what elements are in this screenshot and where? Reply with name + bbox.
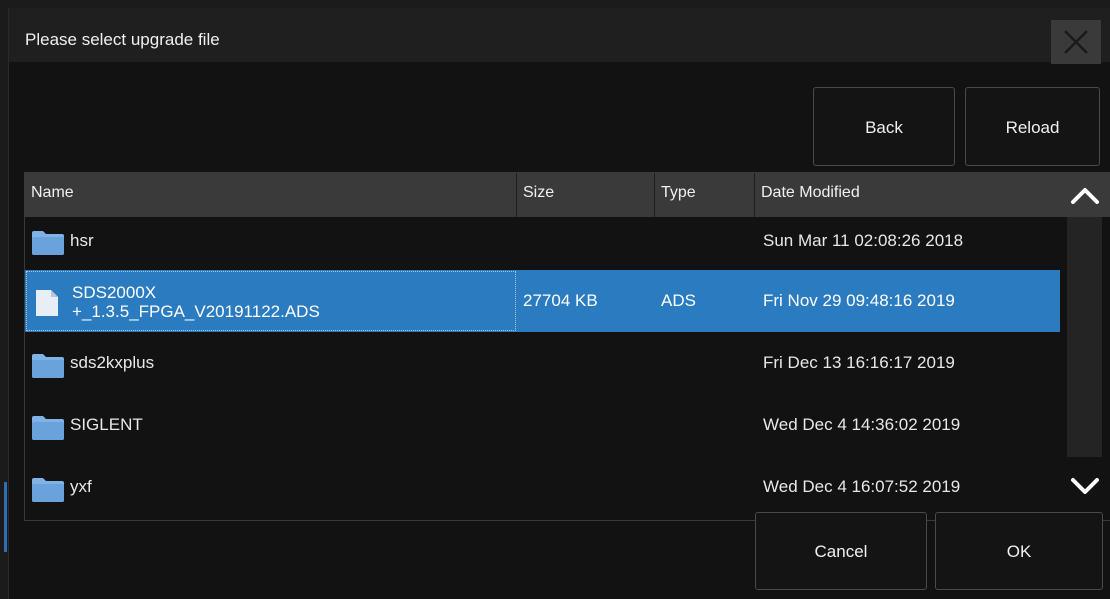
scroll-up-button[interactable] [1060, 173, 1110, 217]
table-row[interactable]: SIGLENT Wed Dec 4 14:36:02 2019 [25, 394, 1060, 456]
file-name-line2: +_1.3.5_FPGA_V20191122.ADS [72, 302, 320, 321]
close-button[interactable] [1051, 20, 1101, 64]
column-header-type[interactable]: Type [655, 173, 755, 217]
file-name: hsr [70, 231, 94, 250]
size-cell: 27704 KB [523, 291, 598, 310]
folder-icon [32, 416, 64, 440]
scrollbar-thumb[interactable] [1067, 217, 1102, 457]
name-cell: yxf [25, 456, 517, 518]
size-cell [523, 332, 649, 394]
column-header-size[interactable]: Size [517, 173, 655, 217]
size-cell [523, 394, 649, 456]
size-cell [523, 456, 649, 518]
table-row-selected[interactable]: SDS2000X +_1.3.5_FPGA_V20191122.ADS 27704… [25, 270, 1060, 332]
date-cell: Sun Mar 11 02:08:26 2018 [763, 231, 964, 250]
table-row[interactable]: sds2kxplus Fri Dec 13 16:16:17 2019 [25, 332, 1060, 394]
dialog-titlebar: Please select upgrade file [9, 8, 1110, 64]
type-cell [661, 394, 751, 456]
date-cell: Fri Nov 29 09:48:16 2019 [763, 291, 955, 310]
dialog-title: Please select upgrade file [25, 30, 220, 49]
file-icon [36, 290, 58, 316]
folder-icon [32, 478, 64, 502]
date-cell: Wed Dec 4 14:36:02 2019 [763, 415, 961, 434]
column-header-name[interactable]: Name [25, 173, 517, 217]
date-cell: Wed Dec 4 16:07:52 2019 [763, 477, 961, 496]
folder-icon [32, 354, 64, 378]
column-header-date-modified[interactable]: Date Modified [755, 173, 1060, 217]
vertical-scrollbar[interactable] [1060, 173, 1110, 520]
file-name: sds2kxplus [70, 353, 155, 372]
background-blue-mark [4, 482, 7, 552]
reload-button[interactable]: Reload [965, 87, 1100, 166]
ok-button[interactable]: OK [935, 512, 1103, 590]
background-top-strip [0, 0, 1110, 8]
name-cell: SIGLENT [25, 394, 517, 456]
name-cell: SDS2000X +_1.3.5_FPGA_V20191122.ADS [26, 271, 516, 331]
size-cell [523, 215, 649, 277]
file-name: SIGLENT [70, 415, 143, 434]
table-row[interactable]: hsr Sun Mar 11 02:08:26 2018 [25, 215, 1060, 277]
table-header: Name Size Type Date Modified [25, 173, 1060, 217]
name-cell: hsr [25, 215, 517, 277]
chevron-down-icon [1071, 478, 1099, 494]
close-icon [1064, 30, 1088, 54]
type-cell [661, 332, 751, 394]
file-name: SDS2000X +_1.3.5_FPGA_V20191122.ADS [72, 283, 320, 321]
file-table: Name Size Type Date Modified hsr Sun Mar… [24, 172, 1110, 521]
file-name-line1: SDS2000X [72, 283, 157, 302]
scroll-down-button[interactable] [1060, 463, 1110, 513]
upgrade-file-dialog: Please select upgrade file Back Reload N… [8, 8, 1110, 599]
type-cell [661, 456, 751, 518]
file-name: yxf [70, 477, 92, 496]
table-row[interactable]: yxf Wed Dec 4 16:07:52 2019 [25, 456, 1060, 518]
date-cell: Fri Dec 13 16:16:17 2019 [763, 353, 955, 372]
folder-icon [32, 231, 64, 255]
type-cell [661, 215, 751, 277]
name-cell: sds2kxplus [25, 332, 517, 394]
chevron-up-icon [1071, 188, 1099, 204]
type-cell: ADS [661, 291, 696, 310]
back-button[interactable]: Back [813, 87, 955, 166]
cancel-button[interactable]: Cancel [755, 512, 927, 590]
